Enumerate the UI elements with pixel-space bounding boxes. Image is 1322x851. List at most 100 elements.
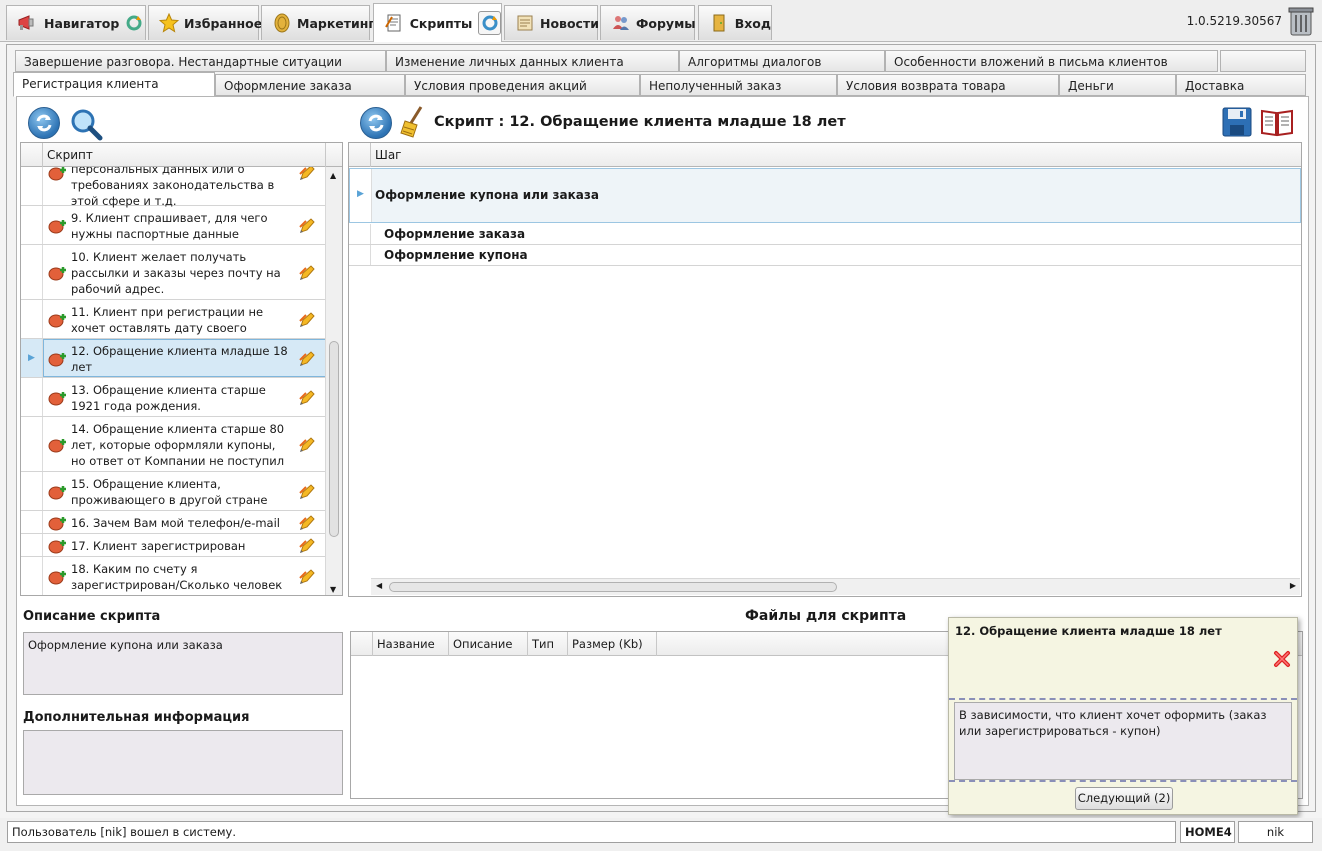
step-popup: 12. Обращение клиента младше 18 лет В за… bbox=[948, 617, 1298, 815]
refresh-icon bbox=[368, 114, 384, 132]
subtab-dialog-algorithms[interactable]: Алгоритмы диалогов bbox=[679, 50, 885, 72]
subtab-order-placement[interactable]: Оформление заказа bbox=[215, 74, 405, 96]
list-item[interactable]: 17. Клиент зарегистрирован bbox=[21, 534, 326, 557]
list-item[interactable]: 18. Каким по счету я зарегистрирован/Ско… bbox=[21, 557, 326, 595]
edit-pencil-icon[interactable] bbox=[298, 514, 316, 532]
edit-pencil-icon[interactable] bbox=[298, 264, 316, 282]
steps-header: Шаг bbox=[349, 143, 1301, 167]
scrollbar-thumb[interactable] bbox=[389, 582, 837, 592]
edit-pencil-icon[interactable] bbox=[298, 311, 316, 329]
list-item[interactable]: 11. Клиент при регистрации не хочет оста… bbox=[21, 300, 326, 351]
next-step-button[interactable]: Следующий (2) bbox=[1075, 787, 1173, 810]
scroll-left-icon[interactable]: ◀ bbox=[376, 581, 382, 590]
refresh-list-button[interactable] bbox=[28, 107, 60, 139]
row-selector bbox=[21, 417, 43, 471]
list-item[interactable]: 9. Клиент спрашивает, для чего нужны пас… bbox=[21, 206, 326, 245]
subtab-delivery[interactable]: Доставка bbox=[1176, 74, 1306, 96]
edit-pencil-icon[interactable] bbox=[298, 483, 316, 501]
refresh-scripts-icon[interactable] bbox=[478, 11, 501, 35]
tab-navigator[interactable]: Навигатор bbox=[6, 5, 146, 40]
files-col-size[interactable]: Размер (Kb) bbox=[568, 632, 657, 656]
status-bar: Пользователь [nik] вошел в систему. HOME… bbox=[0, 818, 1322, 851]
files-col-type[interactable]: Тип bbox=[528, 632, 568, 656]
edit-pencil-icon[interactable] bbox=[298, 389, 316, 407]
list-item[interactable]: 16. Зачем Вам мой телефон/e-mail bbox=[21, 511, 326, 534]
tab-scripts-label: Скрипты bbox=[409, 15, 473, 31]
list-item[interactable]: 13. Обращение клиента старше 1921 года р… bbox=[21, 378, 326, 417]
edit-pencil-icon[interactable] bbox=[298, 350, 316, 368]
list-item[interactable]: персональных данных или о требованиях за… bbox=[21, 167, 326, 208]
edit-pencil-icon[interactable] bbox=[298, 537, 316, 555]
subtab-money[interactable]: Деньги bbox=[1059, 74, 1176, 96]
tab-scripts[interactable]: Скрипты bbox=[373, 3, 502, 42]
tab-news-label: Новости bbox=[540, 15, 599, 31]
list-item[interactable]: ▶ 12. Обращение клиента младше 18 лет bbox=[21, 339, 326, 378]
files-col-description[interactable]: Описание bbox=[449, 632, 528, 656]
clear-button[interactable] bbox=[399, 105, 429, 139]
script-item-icon bbox=[48, 515, 68, 531]
script-item-icon bbox=[48, 538, 68, 554]
book-button[interactable] bbox=[1260, 107, 1294, 137]
save-button[interactable] bbox=[1222, 107, 1252, 137]
close-icon[interactable] bbox=[1273, 650, 1291, 668]
version-label: 1.0.5219.30567 bbox=[1186, 14, 1282, 28]
subtab-undelivered-order[interactable]: Неполученный заказ bbox=[640, 74, 837, 96]
script-item-label: 13. Обращение клиента старше 1921 года р… bbox=[71, 383, 266, 413]
scroll-up-icon[interactable]: ▲ bbox=[330, 171, 336, 180]
tab-forums[interactable]: Форумы bbox=[600, 5, 696, 40]
subtab-client-registration[interactable]: Регистрация клиента bbox=[13, 72, 215, 97]
edit-pencil-icon[interactable] bbox=[298, 217, 316, 235]
step-row[interactable]: Оформление заказа bbox=[349, 224, 1301, 245]
refresh-script-button[interactable] bbox=[360, 107, 392, 139]
script-item-icon bbox=[48, 484, 68, 500]
script-item-label: 14. Обращение клиента старше 80 лет, кот… bbox=[71, 422, 285, 468]
row-selector bbox=[21, 378, 43, 416]
subtab-promo-terms[interactable]: Условия проведения акций bbox=[405, 74, 640, 96]
script-list-scrollbar[interactable]: ▲ ▼ bbox=[325, 167, 342, 595]
additional-info-field[interactable] bbox=[23, 730, 343, 795]
files-col-name[interactable]: Название bbox=[373, 632, 449, 656]
list-item[interactable]: 15. Обращение клиента, проживающего в др… bbox=[21, 472, 326, 511]
popup-title: 12. Обращение клиента младше 18 лет bbox=[955, 624, 1222, 638]
search-button[interactable] bbox=[69, 107, 103, 141]
description-field[interactable]: Оформление купона или заказа bbox=[23, 632, 343, 695]
refresh-icon[interactable] bbox=[125, 12, 143, 34]
scroll-right-icon[interactable]: ▶ bbox=[1290, 581, 1296, 590]
script-column-header[interactable]: Скрипт bbox=[47, 148, 93, 162]
step-label: Оформление купона bbox=[384, 248, 528, 262]
tab-favorites-label: Избранное bbox=[184, 15, 263, 31]
subtab-return-terms[interactable]: Условия возврата товара bbox=[837, 74, 1059, 96]
script-item-label: 12. Обращение клиента младше 18 лет bbox=[71, 344, 288, 374]
subtab-extra[interactable] bbox=[1220, 50, 1306, 72]
script-list-rows: персональных данных или о требованиях за… bbox=[21, 167, 326, 595]
edit-pencil-icon[interactable] bbox=[298, 167, 316, 182]
row-selector bbox=[21, 511, 43, 533]
script-item-icon bbox=[48, 312, 68, 328]
refresh-icon bbox=[36, 114, 52, 132]
floppy-save-icon bbox=[1222, 107, 1252, 137]
tab-marketing[interactable]: Маркетинг bbox=[261, 5, 375, 40]
script-item-icon bbox=[48, 218, 68, 234]
steps-hscrollbar[interactable]: ◀ ▶ bbox=[371, 578, 1300, 595]
list-item[interactable]: 14. Обращение клиента старше 80 лет, кот… bbox=[21, 417, 326, 472]
step-column-header[interactable]: Шаг bbox=[375, 148, 402, 162]
tab-news[interactable]: Новости bbox=[504, 5, 599, 40]
status-user: nik bbox=[1238, 821, 1313, 843]
step-row[interactable]: ▶ Оформление купона или заказа bbox=[349, 168, 1301, 223]
subtab-change-personal-data[interactable]: Изменение личных данных клиента bbox=[386, 50, 679, 72]
subtab-call-end[interactable]: Завершение разговора. Нестандартные ситу… bbox=[15, 50, 386, 72]
edit-pencil-icon[interactable] bbox=[298, 436, 316, 454]
edit-pencil-icon[interactable] bbox=[298, 568, 316, 586]
list-item[interactable]: 10. Клиент желает получать рассылки и за… bbox=[21, 245, 326, 300]
row-selector bbox=[21, 557, 43, 595]
row-selector bbox=[21, 167, 43, 205]
script-list-header: Скрипт bbox=[21, 143, 342, 167]
script-item-label: 10. Клиент желает получать рассылки и за… bbox=[71, 250, 281, 296]
tab-favorites[interactable]: Избранное bbox=[148, 5, 263, 40]
trash-icon[interactable] bbox=[1288, 5, 1314, 37]
tab-login[interactable]: Вход bbox=[698, 5, 772, 40]
scrollbar-thumb[interactable] bbox=[329, 341, 339, 537]
step-row[interactable]: Оформление купона bbox=[349, 245, 1301, 266]
subtab-email-attachments[interactable]: Особенности вложений в письма клиентов bbox=[885, 50, 1218, 72]
scroll-down-icon[interactable]: ▼ bbox=[330, 585, 336, 594]
